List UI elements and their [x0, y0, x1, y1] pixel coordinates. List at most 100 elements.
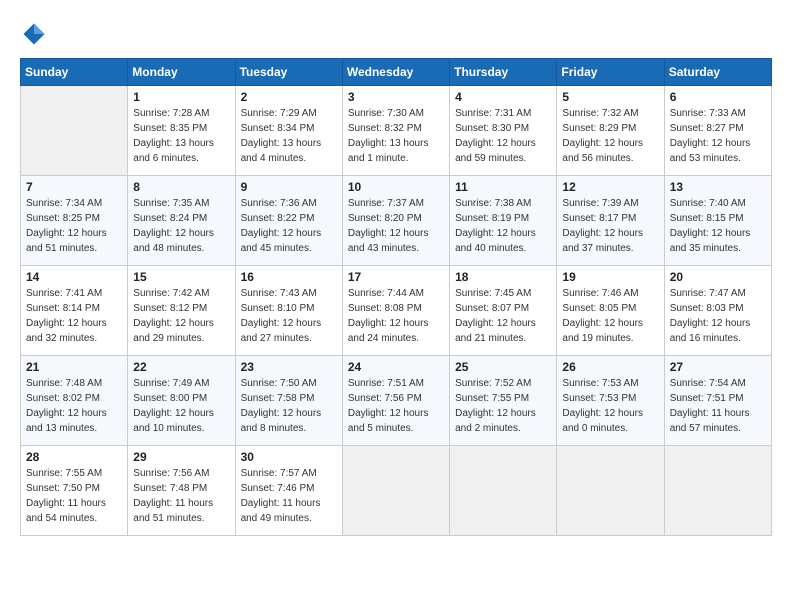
calendar-day-cell: 24Sunrise: 7:51 AMSunset: 7:56 PMDayligh…: [342, 356, 449, 446]
day-number: 26: [562, 360, 658, 374]
logo: [20, 20, 52, 48]
day-info: Sunrise: 7:28 AMSunset: 8:35 PMDaylight:…: [133, 106, 229, 166]
day-number: 1: [133, 90, 229, 104]
day-number: 19: [562, 270, 658, 284]
calendar-day-cell: [21, 86, 128, 176]
day-number: 27: [670, 360, 766, 374]
calendar-day-cell: 8 Sunrise: 7:35 AMSunset: 8:24 PMDaylight…: [128, 176, 235, 266]
calendar-day-cell: [450, 446, 557, 536]
day-of-week-header: Friday: [557, 59, 664, 86]
day-info: Sunrise: 7:49 AMSunset: 8:00 PMDaylight:…: [133, 376, 229, 436]
calendar-day-cell: 12 Sunrise: 7:39 AMSunset: 8:17 PMDayligh…: [557, 176, 664, 266]
day-info: Sunrise: 7:48 AMSunset: 8:02 PMDaylight:…: [26, 376, 122, 436]
calendar-day-cell: 21 Sunrise: 7:48 AMSunset: 8:02 PMDayligh…: [21, 356, 128, 446]
day-info: Sunrise: 7:46 AMSunset: 8:05 PMDaylight:…: [562, 286, 658, 346]
calendar-header-row: SundayMondayTuesdayWednesdayThursdayFrid…: [21, 59, 772, 86]
day-number: 21: [26, 360, 122, 374]
calendar-day-cell: 1 Sunrise: 7:28 AMSunset: 8:35 PMDaylight…: [128, 86, 235, 176]
calendar-day-cell: 23 Sunrise: 7:50 AMSunset: 7:58 PMDayligh…: [235, 356, 342, 446]
day-info: Sunrise: 7:33 AMSunset: 8:27 PMDaylight:…: [670, 106, 766, 166]
calendar-day-cell: [342, 446, 449, 536]
calendar-day-cell: 2Sunrise: 7:29 AMSunset: 8:34 PMDaylight…: [235, 86, 342, 176]
day-number: 3: [348, 90, 444, 104]
page-header: [20, 20, 772, 48]
day-number: 17: [348, 270, 444, 284]
day-number: 20: [670, 270, 766, 284]
day-info: Sunrise: 7:57 AMSunset: 7:46 PMDaylight:…: [241, 466, 337, 526]
calendar-day-cell: 7 Sunrise: 7:34 AMSunset: 8:25 PMDaylight…: [21, 176, 128, 266]
calendar-week-row: 7 Sunrise: 7:34 AMSunset: 8:25 PMDaylight…: [21, 176, 772, 266]
day-info: Sunrise: 7:52 AMSunset: 7:55 PMDaylight:…: [455, 376, 551, 436]
day-info: Sunrise: 7:50 AMSunset: 7:58 PMDaylight:…: [241, 376, 337, 436]
calendar-day-cell: 19 Sunrise: 7:46 AMSunset: 8:05 PMDayligh…: [557, 266, 664, 356]
day-number: 14: [26, 270, 122, 284]
day-info: Sunrise: 7:38 AMSunset: 8:19 PMDaylight:…: [455, 196, 551, 256]
day-number: 8: [133, 180, 229, 194]
day-number: 2: [241, 90, 337, 104]
calendar-day-cell: 20 Sunrise: 7:47 AMSunset: 8:03 PMDayligh…: [664, 266, 771, 356]
day-number: 11: [455, 180, 551, 194]
day-number: 7: [26, 180, 122, 194]
day-info: Sunrise: 7:30 AMSunset: 8:32 PMDaylight:…: [348, 106, 444, 166]
day-number: 9: [241, 180, 337, 194]
day-info: Sunrise: 7:55 AMSunset: 7:50 PMDaylight:…: [26, 466, 122, 526]
day-info: Sunrise: 7:32 AMSunset: 8:29 PMDaylight:…: [562, 106, 658, 166]
calendar-day-cell: 29Sunrise: 7:56 AMSunset: 7:48 PMDayligh…: [128, 446, 235, 536]
day-info: Sunrise: 7:35 AMSunset: 8:24 PMDaylight:…: [133, 196, 229, 256]
day-info: Sunrise: 7:45 AMSunset: 8:07 PMDaylight:…: [455, 286, 551, 346]
calendar-day-cell: 13Sunrise: 7:40 AMSunset: 8:15 PMDayligh…: [664, 176, 771, 266]
day-number: 18: [455, 270, 551, 284]
day-number: 23: [241, 360, 337, 374]
calendar-day-cell: 28 Sunrise: 7:55 AMSunset: 7:50 PMDayligh…: [21, 446, 128, 536]
calendar-day-cell: 4 Sunrise: 7:31 AMSunset: 8:30 PMDaylight…: [450, 86, 557, 176]
day-number: 28: [26, 450, 122, 464]
day-number: 10: [348, 180, 444, 194]
day-of-week-header: Saturday: [664, 59, 771, 86]
calendar-day-cell: 6 Sunrise: 7:33 AMSunset: 8:27 PMDaylight…: [664, 86, 771, 176]
day-info: Sunrise: 7:42 AMSunset: 8:12 PMDaylight:…: [133, 286, 229, 346]
day-info: Sunrise: 7:39 AMSunset: 8:17 PMDaylight:…: [562, 196, 658, 256]
day-number: 29: [133, 450, 229, 464]
day-of-week-header: Tuesday: [235, 59, 342, 86]
day-info: Sunrise: 7:47 AMSunset: 8:03 PMDaylight:…: [670, 286, 766, 346]
calendar-day-cell: 15Sunrise: 7:42 AMSunset: 8:12 PMDayligh…: [128, 266, 235, 356]
day-info: Sunrise: 7:44 AMSunset: 8:08 PMDaylight:…: [348, 286, 444, 346]
day-info: Sunrise: 7:31 AMSunset: 8:30 PMDaylight:…: [455, 106, 551, 166]
calendar-week-row: 28 Sunrise: 7:55 AMSunset: 7:50 PMDayligh…: [21, 446, 772, 536]
day-of-week-header: Thursday: [450, 59, 557, 86]
day-info: Sunrise: 7:36 AMSunset: 8:22 PMDaylight:…: [241, 196, 337, 256]
calendar-day-cell: 25 Sunrise: 7:52 AMSunset: 7:55 PMDayligh…: [450, 356, 557, 446]
calendar-week-row: 14 Sunrise: 7:41 AMSunset: 8:14 PMDayligh…: [21, 266, 772, 356]
day-info: Sunrise: 7:37 AMSunset: 8:20 PMDaylight:…: [348, 196, 444, 256]
calendar-week-row: 21 Sunrise: 7:48 AMSunset: 8:02 PMDayligh…: [21, 356, 772, 446]
day-number: 25: [455, 360, 551, 374]
day-info: Sunrise: 7:51 AMSunset: 7:56 PMDaylight:…: [348, 376, 444, 436]
calendar-day-cell: 30Sunrise: 7:57 AMSunset: 7:46 PMDayligh…: [235, 446, 342, 536]
day-info: Sunrise: 7:40 AMSunset: 8:15 PMDaylight:…: [670, 196, 766, 256]
calendar-day-cell: 18 Sunrise: 7:45 AMSunset: 8:07 PMDayligh…: [450, 266, 557, 356]
day-info: Sunrise: 7:41 AMSunset: 8:14 PMDaylight:…: [26, 286, 122, 346]
calendar-day-cell: 5 Sunrise: 7:32 AMSunset: 8:29 PMDaylight…: [557, 86, 664, 176]
day-info: Sunrise: 7:54 AMSunset: 7:51 PMDaylight:…: [670, 376, 766, 436]
calendar-day-cell: 3 Sunrise: 7:30 AMSunset: 8:32 PMDaylight…: [342, 86, 449, 176]
calendar-day-cell: 26Sunrise: 7:53 AMSunset: 7:53 PMDayligh…: [557, 356, 664, 446]
day-number: 4: [455, 90, 551, 104]
calendar-day-cell: 27 Sunrise: 7:54 AMSunset: 7:51 PMDayligh…: [664, 356, 771, 446]
calendar-day-cell: 22Sunrise: 7:49 AMSunset: 8:00 PMDayligh…: [128, 356, 235, 446]
day-number: 6: [670, 90, 766, 104]
calendar-day-cell: 16Sunrise: 7:43 AMSunset: 8:10 PMDayligh…: [235, 266, 342, 356]
day-of-week-header: Wednesday: [342, 59, 449, 86]
day-number: 5: [562, 90, 658, 104]
calendar-day-cell: [664, 446, 771, 536]
day-info: Sunrise: 7:34 AMSunset: 8:25 PMDaylight:…: [26, 196, 122, 256]
day-of-week-header: Sunday: [21, 59, 128, 86]
calendar-day-cell: 17 Sunrise: 7:44 AMSunset: 8:08 PMDayligh…: [342, 266, 449, 356]
day-number: 12: [562, 180, 658, 194]
day-number: 16: [241, 270, 337, 284]
calendar-day-cell: 14 Sunrise: 7:41 AMSunset: 8:14 PMDayligh…: [21, 266, 128, 356]
calendar-table: SundayMondayTuesdayWednesdayThursdayFrid…: [20, 58, 772, 536]
calendar-day-cell: 10 Sunrise: 7:37 AMSunset: 8:20 PMDayligh…: [342, 176, 449, 266]
calendar-day-cell: 9 Sunrise: 7:36 AMSunset: 8:22 PMDaylight…: [235, 176, 342, 266]
calendar-day-cell: 11 Sunrise: 7:38 AMSunset: 8:19 PMDayligh…: [450, 176, 557, 266]
logo-icon: [20, 20, 48, 48]
